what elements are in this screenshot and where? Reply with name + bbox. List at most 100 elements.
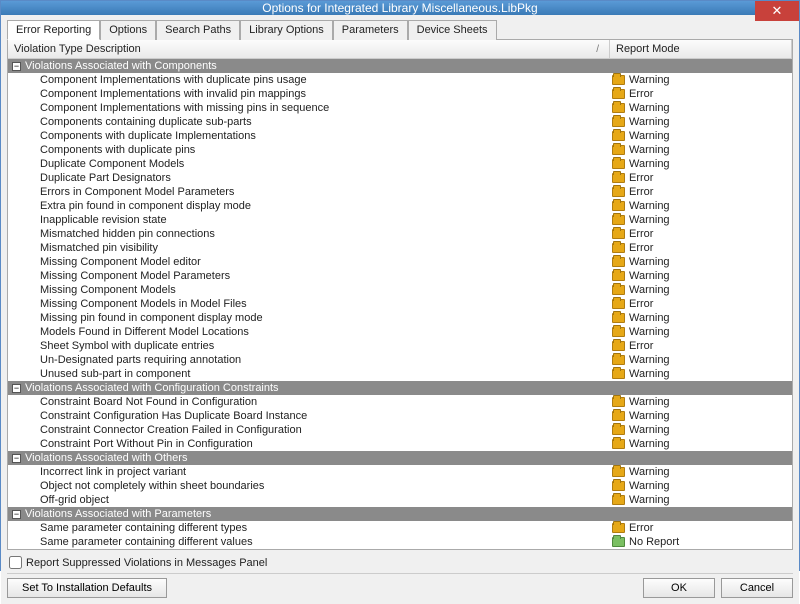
violation-row[interactable]: Mismatched pin visibilityError bbox=[8, 241, 792, 255]
tab-device-sheets[interactable]: Device Sheets bbox=[408, 20, 497, 40]
violation-row[interactable]: Same parameter containing different type… bbox=[8, 521, 792, 535]
report-mode-cell[interactable]: Warning bbox=[610, 269, 792, 283]
report-mode-cell[interactable]: Warning bbox=[610, 311, 792, 325]
report-mode-cell[interactable]: Warning bbox=[610, 115, 792, 129]
violation-description: Missing Component Models in Model Files bbox=[8, 297, 610, 311]
report-mode-label: Warning bbox=[629, 115, 670, 129]
report-mode-cell[interactable]: Warning bbox=[610, 395, 792, 409]
report-mode-cell[interactable]: Warning bbox=[610, 367, 792, 381]
violation-row[interactable]: Components containing duplicate sub-part… bbox=[8, 115, 792, 129]
collapse-icon[interactable]: − bbox=[12, 510, 21, 519]
collapse-icon[interactable]: − bbox=[12, 384, 21, 393]
group-header[interactable]: −Violations Associated with Configuratio… bbox=[8, 381, 792, 395]
violation-row[interactable]: Mismatched hidden pin connectionsError bbox=[8, 227, 792, 241]
folder-icon bbox=[612, 243, 625, 253]
violation-row[interactable]: Off-grid objectWarning bbox=[8, 493, 792, 507]
report-mode-cell[interactable]: Error bbox=[610, 171, 792, 185]
violation-row[interactable]: Components with duplicate pinsWarning bbox=[8, 143, 792, 157]
ok-button[interactable]: OK bbox=[643, 578, 715, 598]
report-mode-cell[interactable]: Warning bbox=[610, 73, 792, 87]
report-mode-cell[interactable]: Warning bbox=[610, 199, 792, 213]
report-mode-cell[interactable]: Warning bbox=[610, 325, 792, 339]
report-suppressed-label[interactable]: Report Suppressed Violations in Messages… bbox=[26, 557, 267, 569]
violation-row[interactable]: Models Found in Different Model Location… bbox=[8, 325, 792, 339]
report-mode-cell[interactable]: Error bbox=[610, 241, 792, 255]
report-mode-cell[interactable]: Warning bbox=[610, 423, 792, 437]
column-header-report-mode[interactable]: Report Mode bbox=[610, 40, 792, 58]
report-mode-cell[interactable]: Error bbox=[610, 339, 792, 353]
report-mode-cell[interactable]: Warning bbox=[610, 465, 792, 479]
report-mode-cell[interactable]: Error bbox=[610, 87, 792, 101]
report-mode-cell[interactable]: Warning bbox=[610, 101, 792, 115]
violation-row[interactable]: Same parameter containing different valu… bbox=[8, 535, 792, 549]
tab-parameters[interactable]: Parameters bbox=[333, 20, 408, 40]
violation-row[interactable]: Missing Component ModelsWarning bbox=[8, 283, 792, 297]
report-mode-cell[interactable]: Error bbox=[610, 297, 792, 311]
violation-row[interactable]: Missing pin found in component display m… bbox=[8, 311, 792, 325]
violation-row[interactable]: Component Implementations with duplicate… bbox=[8, 73, 792, 87]
cancel-button[interactable]: Cancel bbox=[721, 578, 793, 598]
violation-row[interactable]: Constraint Port Without Pin in Configura… bbox=[8, 437, 792, 451]
violation-row[interactable]: Component Implementations with missing p… bbox=[8, 101, 792, 115]
report-mode-cell[interactable]: Warning bbox=[610, 479, 792, 493]
violation-row[interactable]: Duplicate Part DesignatorsError bbox=[8, 171, 792, 185]
violation-row[interactable]: Missing Component Models in Model FilesE… bbox=[8, 297, 792, 311]
report-mode-cell[interactable]: Warning bbox=[610, 409, 792, 423]
report-mode-cell[interactable]: Warning bbox=[610, 157, 792, 171]
violation-row[interactable]: Missing Component Model editorWarning bbox=[8, 255, 792, 269]
report-mode-cell[interactable]: Warning bbox=[610, 493, 792, 507]
violation-row[interactable]: Component Implementations with invalid p… bbox=[8, 87, 792, 101]
tab-search-paths[interactable]: Search Paths bbox=[156, 20, 240, 40]
violation-row[interactable]: Missing Component Model ParametersWarnin… bbox=[8, 269, 792, 283]
report-mode-cell[interactable]: Error bbox=[610, 227, 792, 241]
tab-library-options[interactable]: Library Options bbox=[240, 20, 333, 40]
column-header-description[interactable]: Violation Type Description / bbox=[8, 40, 610, 58]
violation-row[interactable]: Incorrect link in project variantWarning bbox=[8, 465, 792, 479]
report-suppressed-checkbox[interactable] bbox=[9, 556, 22, 569]
violation-row[interactable]: Inapplicable revision stateWarning bbox=[8, 213, 792, 227]
violation-row[interactable]: Un-Designated parts requiring annotation… bbox=[8, 353, 792, 367]
folder-icon bbox=[612, 411, 625, 421]
set-defaults-button[interactable]: Set To Installation Defaults bbox=[7, 578, 167, 598]
violation-row[interactable]: Errors in Component Model ParametersErro… bbox=[8, 185, 792, 199]
report-mode-cell[interactable]: Warning bbox=[610, 129, 792, 143]
report-mode-label: Error bbox=[629, 339, 653, 353]
folder-icon bbox=[612, 537, 625, 547]
violation-description: Sheet Symbol with duplicate entries bbox=[8, 339, 610, 353]
report-mode-cell[interactable]: Warning bbox=[610, 353, 792, 367]
report-mode-cell[interactable]: Warning bbox=[610, 283, 792, 297]
violation-description: Incorrect link in project variant bbox=[8, 465, 610, 479]
violation-row[interactable]: Sheet Symbol with duplicate entries Error bbox=[8, 339, 792, 353]
violation-row[interactable]: Constraint Configuration Has Duplicate B… bbox=[8, 409, 792, 423]
report-mode-cell[interactable]: Error bbox=[610, 521, 792, 535]
group-header[interactable]: −Violations Associated with Parameters bbox=[8, 507, 792, 521]
tab-error-reporting[interactable]: Error Reporting bbox=[7, 20, 100, 40]
report-mode-label: Error bbox=[629, 227, 653, 241]
violation-row[interactable]: Constraint Connector Creation Failed in … bbox=[8, 423, 792, 437]
report-mode-cell[interactable]: Error bbox=[610, 185, 792, 199]
window-title: Options for Integrated Library Miscellan… bbox=[262, 1, 537, 15]
violation-row[interactable]: Constraint Board Not Found in Configurat… bbox=[8, 395, 792, 409]
report-mode-cell[interactable]: Warning bbox=[610, 143, 792, 157]
violation-row[interactable]: Duplicate Component ModelsWarning bbox=[8, 157, 792, 171]
collapse-icon[interactable]: − bbox=[12, 62, 21, 71]
close-button[interactable]: ✕ bbox=[755, 1, 799, 21]
violation-description: Component Implementations with invalid p… bbox=[8, 87, 610, 101]
report-mode-label: Warning bbox=[629, 143, 670, 157]
violation-row[interactable]: Object not completely within sheet bound… bbox=[8, 479, 792, 493]
violation-row[interactable]: Extra pin found in component display mod… bbox=[8, 199, 792, 213]
folder-icon bbox=[612, 159, 625, 169]
violation-row[interactable]: Components with duplicate Implementation… bbox=[8, 129, 792, 143]
dialog-footer: Set To Installation Defaults OK Cancel bbox=[7, 573, 793, 598]
group-header[interactable]: −Violations Associated with Components bbox=[8, 59, 792, 73]
report-mode-cell[interactable]: Warning bbox=[610, 437, 792, 451]
tab-options[interactable]: Options bbox=[100, 20, 156, 40]
report-mode-cell[interactable]: Warning bbox=[610, 213, 792, 227]
report-mode-cell[interactable]: Warning bbox=[610, 255, 792, 269]
folder-icon bbox=[612, 173, 625, 183]
grid-body[interactable]: −Violations Associated with ComponentsCo… bbox=[8, 59, 792, 549]
collapse-icon[interactable]: − bbox=[12, 454, 21, 463]
report-mode-cell[interactable]: No Report bbox=[610, 535, 792, 549]
group-header[interactable]: −Violations Associated with Others bbox=[8, 451, 792, 465]
violation-row[interactable]: Unused sub-part in componentWarning bbox=[8, 367, 792, 381]
